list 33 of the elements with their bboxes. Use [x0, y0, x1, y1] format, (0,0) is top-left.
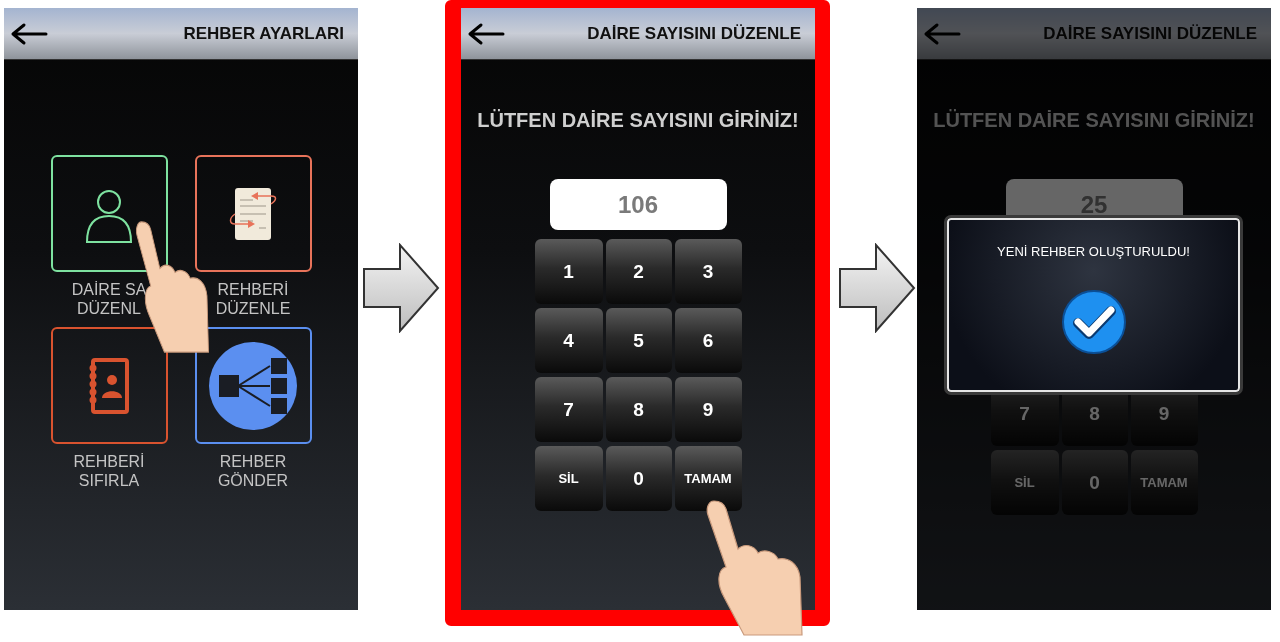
screen-title: DAİRE SAYISINI DÜZENLE [1043, 23, 1257, 44]
prompt-text: LÜTFEN DAİRE SAYISINI GİRİNİZ! [933, 108, 1255, 132]
tile-label: DAİRE SA DÜZENL [71, 280, 147, 318]
digit-key[interactable]: 5 [605, 308, 672, 373]
checkmark-icon [1060, 289, 1127, 355]
share-network-icon [208, 340, 298, 431]
digit-key[interactable]: 4 [534, 308, 603, 373]
digit-key[interactable]: 1 [534, 239, 603, 304]
digit-key[interactable]: 6 [674, 308, 742, 373]
back-arrow-icon[interactable] [10, 21, 48, 46]
number-field[interactable]: 106 [549, 179, 727, 230]
dialog-message: YENİ REHBER OLUŞTURULDU! [997, 244, 1190, 259]
tile-label: REHBERİ DÜZENLE [215, 280, 291, 318]
menu-tile[interactable] [50, 327, 168, 444]
tile-label: REHBER GÖNDER [217, 452, 289, 490]
digit-key[interactable]: 7 [534, 377, 603, 442]
right-arrow-icon [362, 243, 440, 333]
digit-key[interactable]: 2 [605, 239, 672, 304]
digit-key[interactable]: 3 [674, 239, 742, 304]
menu-tile[interactable] [194, 327, 312, 444]
right-arrow-icon [838, 243, 916, 333]
digit-key[interactable]: 9 [674, 377, 742, 442]
action-key[interactable]: TAMAM [674, 446, 742, 511]
action-key[interactable]: SİL [534, 446, 603, 511]
prompt-text: LÜTFEN DAİRE SAYISINI GİRİNİZ! [477, 108, 799, 132]
menu-tile[interactable] [50, 155, 168, 272]
digit-key[interactable]: 8 [605, 377, 672, 442]
menu-tile[interactable] [194, 155, 312, 272]
screen-title: REHBER AYARLARI [183, 23, 344, 44]
screen-title: DAİRE SAYISINI DÜZENLE [587, 23, 801, 44]
back-arrow-icon[interactable] [467, 21, 505, 46]
tile-label: REHBERİ SIFIRLA [73, 452, 145, 490]
digit-key[interactable]: 0 [605, 446, 672, 511]
